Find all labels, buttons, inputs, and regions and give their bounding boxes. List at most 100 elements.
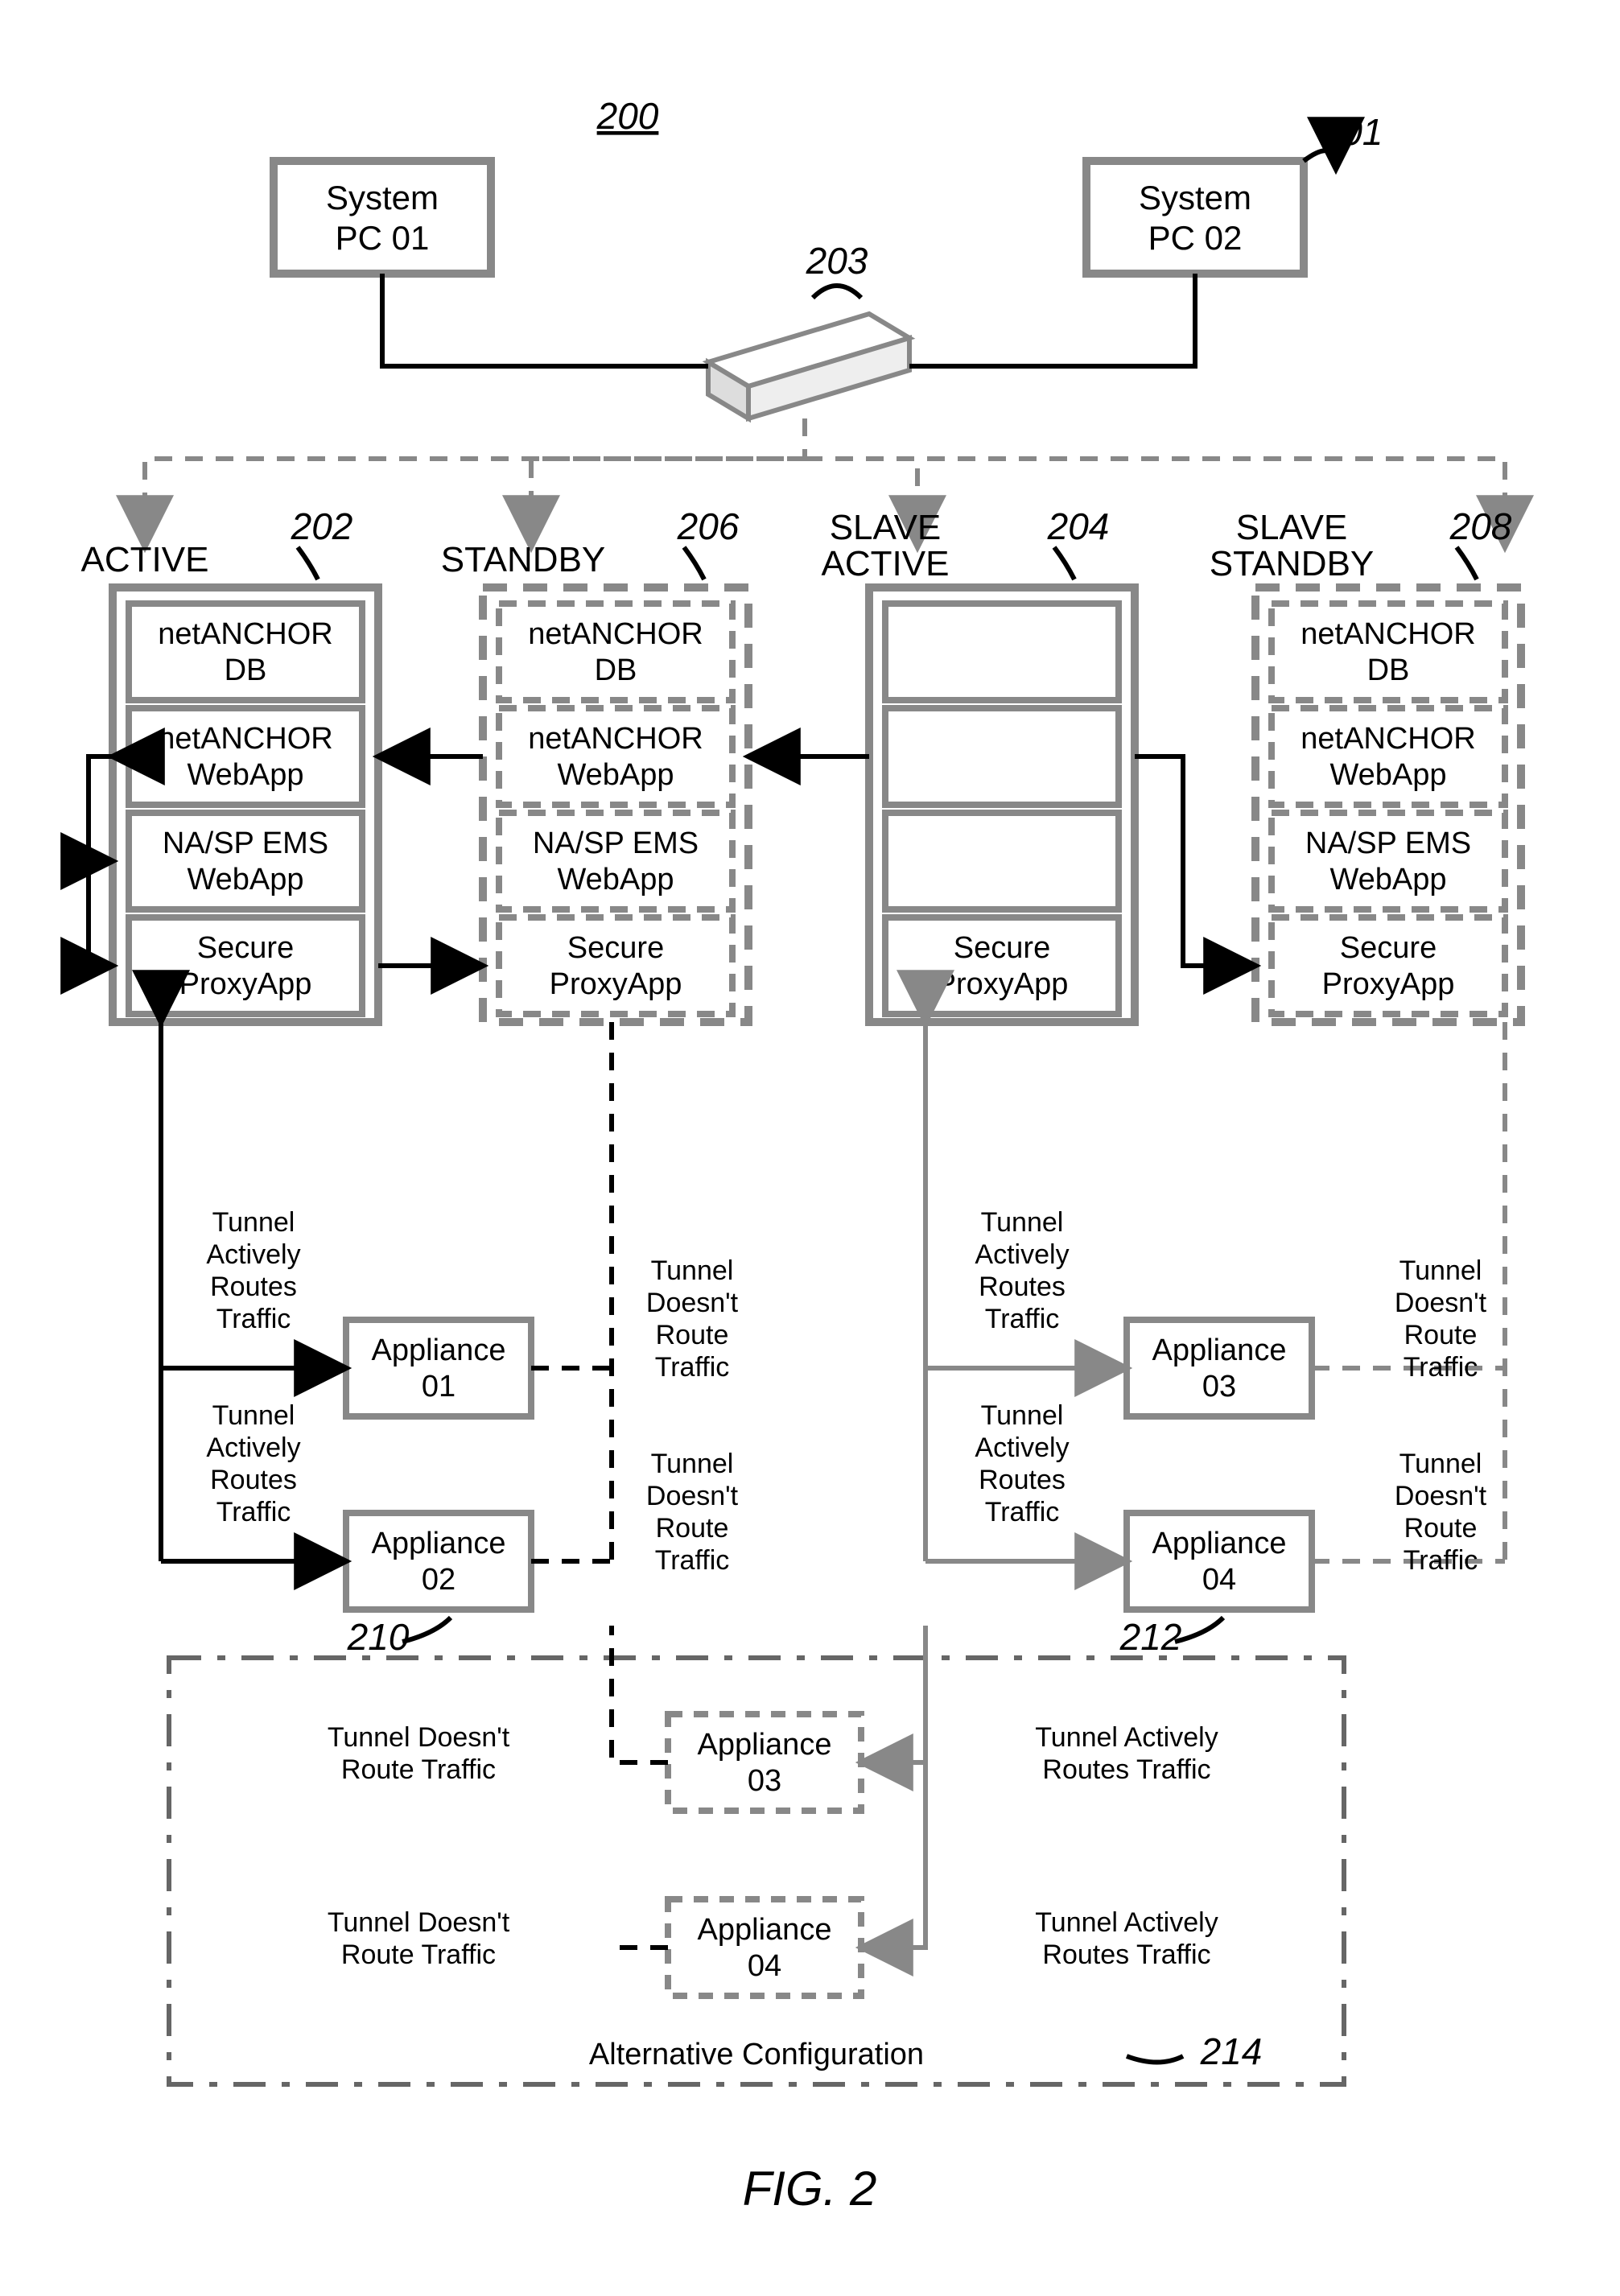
svg-text:Routes: Routes — [210, 1272, 297, 1302]
svg-text:Tunnel Actively: Tunnel Actively — [1035, 1907, 1218, 1938]
svg-text:Tunnel Doesn't: Tunnel Doesn't — [328, 1907, 510, 1938]
svg-text:Secure: Secure — [197, 931, 294, 965]
ref-212: 212 — [1119, 1616, 1182, 1658]
svg-text:Traffic: Traffic — [655, 1352, 730, 1383]
svg-text:ProxyApp: ProxyApp — [550, 967, 682, 1001]
svg-text:System: System — [1139, 179, 1251, 216]
ref-210: 210 — [347, 1616, 410, 1658]
stack-active: netANCHORDB netANCHORWebApp NA/SP EMSWeb… — [113, 587, 378, 1022]
svg-text:Secure: Secure — [1340, 931, 1437, 965]
svg-text:ProxyApp: ProxyApp — [1322, 967, 1455, 1001]
svg-text:Doesn't: Doesn't — [1395, 1288, 1487, 1318]
svg-text:Route Traffic: Route Traffic — [341, 1754, 496, 1785]
svg-text:Tunnel: Tunnel — [212, 1400, 295, 1431]
svg-text:Doesn't: Doesn't — [1395, 1481, 1487, 1511]
svg-text:Traffic: Traffic — [985, 1497, 1060, 1527]
role-standby: STANDBY — [441, 540, 606, 579]
svg-text:WebApp: WebApp — [1329, 863, 1446, 897]
svg-text:Route: Route — [656, 1513, 729, 1544]
svg-text:Appliance: Appliance — [372, 1333, 506, 1367]
ref-214: 214 — [1200, 2030, 1263, 2072]
svg-text:WebApp: WebApp — [557, 758, 674, 792]
alt-appliance-04: Appliance04 — [668, 1899, 861, 1996]
svg-text:Route: Route — [1404, 1513, 1478, 1544]
svg-text:Actively: Actively — [975, 1239, 1069, 1270]
svg-text:Tunnel: Tunnel — [651, 1449, 734, 1479]
svg-text:03: 03 — [748, 1764, 781, 1798]
ref-204: 204 — [1047, 505, 1110, 547]
diagram-canvas: 200 System PC 01 System PC 02 201 203 AC… — [0, 0, 1620, 2296]
svg-text:WebApp: WebApp — [187, 863, 303, 897]
svg-text:Routes: Routes — [210, 1465, 297, 1495]
svg-text:Appliance: Appliance — [1152, 1527, 1287, 1560]
ref-203: 203 — [806, 240, 868, 282]
svg-text:netANCHOR: netANCHOR — [158, 617, 333, 651]
svg-text:Appliance: Appliance — [372, 1527, 506, 1560]
svg-text:02: 02 — [422, 1563, 455, 1597]
svg-text:WebApp: WebApp — [557, 863, 674, 897]
svg-text:Routes Traffic: Routes Traffic — [1042, 1939, 1210, 1970]
stack-slave-active: SecureProxyApp — [869, 587, 1135, 1022]
svg-text:Traffic: Traffic — [216, 1497, 291, 1527]
svg-text:Secure: Secure — [954, 931, 1050, 965]
svg-text:Doesn't: Doesn't — [646, 1481, 739, 1511]
svg-text:netANCHOR: netANCHOR — [528, 617, 703, 651]
svg-text:NA/SP EMS: NA/SP EMS — [533, 826, 699, 860]
svg-text:PC 01: PC 01 — [336, 219, 430, 257]
svg-text:Tunnel: Tunnel — [1399, 1255, 1482, 1286]
svg-text:NA/SP EMS: NA/SP EMS — [1305, 826, 1471, 860]
svg-text:01: 01 — [422, 1370, 455, 1404]
svg-text:ProxyApp: ProxyApp — [179, 967, 312, 1001]
svg-text:netANCHOR: netANCHOR — [528, 722, 703, 756]
svg-text:Actively: Actively — [206, 1239, 300, 1270]
appliance-01: Appliance01 — [346, 1320, 531, 1416]
svg-text:DB: DB — [225, 653, 267, 687]
svg-text:System: System — [326, 179, 439, 216]
svg-text:Route: Route — [1404, 1320, 1478, 1350]
figure-caption: FIG. 2 — [743, 2162, 877, 2216]
svg-text:netANCHOR: netANCHOR — [1301, 617, 1476, 651]
alt-config-label: Alternative Configuration — [589, 2038, 924, 2071]
svg-text:Routes: Routes — [979, 1272, 1066, 1302]
svg-text:Traffic: Traffic — [655, 1545, 730, 1576]
svg-text:04: 04 — [748, 1949, 781, 1983]
svg-text:Route: Route — [656, 1320, 729, 1350]
svg-text:Tunnel: Tunnel — [981, 1207, 1064, 1238]
svg-text:Traffic: Traffic — [1404, 1352, 1478, 1383]
role-active: ACTIVE — [81, 540, 209, 579]
alt-appliance-03: Appliance03 — [668, 1714, 861, 1811]
svg-text:Appliance: Appliance — [698, 1913, 832, 1947]
role-slave-standby-1: SLAVE — [1236, 508, 1348, 547]
appliance-04: Appliance04 — [1127, 1513, 1312, 1610]
svg-text:Tunnel: Tunnel — [1399, 1449, 1482, 1479]
stack-standby: netANCHORDB netANCHORWebApp NA/SP EMSWeb… — [483, 587, 748, 1022]
hub-icon — [708, 314, 909, 418]
svg-text:Appliance: Appliance — [1152, 1333, 1287, 1367]
figure-ref: 200 — [596, 95, 659, 137]
ref-208: 208 — [1449, 505, 1512, 547]
svg-text:netANCHOR: netANCHOR — [158, 722, 333, 756]
svg-text:NA/SP EMS: NA/SP EMS — [163, 826, 328, 860]
svg-text:Secure: Secure — [567, 931, 664, 965]
svg-text:Routes Traffic: Routes Traffic — [1042, 1754, 1210, 1785]
svg-text:Actively: Actively — [975, 1432, 1069, 1463]
svg-text:Tunnel: Tunnel — [212, 1207, 295, 1238]
role-slave-standby-2: STANDBY — [1210, 544, 1375, 583]
svg-text:Traffic: Traffic — [1404, 1545, 1478, 1576]
svg-text:Tunnel Actively: Tunnel Actively — [1035, 1722, 1218, 1753]
svg-text:DB: DB — [595, 653, 637, 687]
pc-01: System PC 01 — [274, 161, 491, 274]
svg-text:DB: DB — [1367, 653, 1410, 687]
svg-text:Traffic: Traffic — [216, 1304, 291, 1334]
svg-text:Tunnel Doesn't: Tunnel Doesn't — [328, 1722, 510, 1753]
svg-text:Route Traffic: Route Traffic — [341, 1939, 496, 1970]
svg-text:Tunnel: Tunnel — [651, 1255, 734, 1286]
stack-slave-standby: netANCHORDB netANCHORWebApp NA/SP EMSWeb… — [1255, 587, 1521, 1022]
ref-206: 206 — [677, 505, 740, 547]
svg-text:Actively: Actively — [206, 1432, 300, 1463]
svg-text:PC 02: PC 02 — [1148, 219, 1243, 257]
appliance-03: Appliance03 — [1127, 1320, 1312, 1416]
svg-text:netANCHOR: netANCHOR — [1301, 722, 1476, 756]
appliance-02: Appliance02 — [346, 1513, 531, 1610]
svg-text:Doesn't: Doesn't — [646, 1288, 739, 1318]
